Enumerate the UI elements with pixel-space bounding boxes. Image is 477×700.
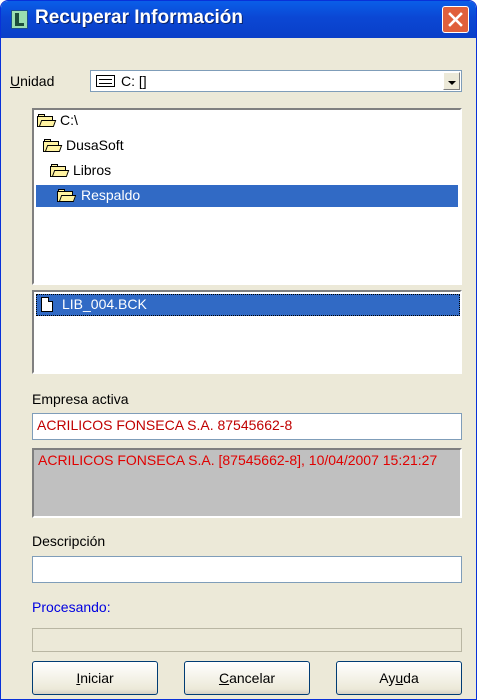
backup-info: ACRILICOS FONSECA S.A. [87545662-8], 10/…: [32, 448, 462, 518]
open-folder-icon: [37, 114, 57, 127]
directory-item-selected[interactable]: Respaldo: [36, 185, 458, 207]
recuperar-dialog: Recuperar Información Unidad C: [] C:\ D…: [0, 0, 477, 700]
file-list[interactable]: LIB_004.BCK: [32, 290, 462, 374]
file-icon: [41, 297, 53, 312]
open-folder-icon: [50, 164, 70, 177]
empresa-label: Empresa activa: [32, 391, 129, 407]
unidad-value: C: []: [121, 73, 147, 89]
descripcion-field[interactable]: [32, 556, 462, 583]
unidad-select[interactable]: C: []: [90, 70, 462, 92]
empresa-field[interactable]: ACRILICOS FONSECA S.A. 87545662-8: [32, 413, 462, 440]
directory-list[interactable]: C:\ DusaSoft Libros Respaldo: [32, 108, 462, 285]
drive-icon: [96, 75, 115, 87]
ayuda-button[interactable]: Ayuda: [336, 661, 462, 695]
directory-item[interactable]: DusaSoft: [41, 135, 241, 157]
open-folder-icon: [57, 189, 77, 202]
file-item-selected[interactable]: LIB_004.BCK: [36, 294, 460, 316]
directory-item[interactable]: C:\: [35, 110, 235, 132]
open-folder-icon: [43, 139, 63, 152]
progress-bar: [32, 628, 462, 652]
directory-item[interactable]: Libros: [48, 160, 248, 182]
app-icon: [11, 10, 28, 29]
title-bar[interactable]: Recuperar Información: [1, 1, 476, 38]
window-title: Recuperar Información: [35, 7, 243, 28]
descripcion-label: Descripción: [32, 533, 106, 549]
cancelar-button[interactable]: Cancelar: [184, 661, 310, 695]
status-label: Procesando:: [32, 599, 111, 615]
iniciar-button[interactable]: Iniciar: [32, 661, 158, 695]
unidad-label: Unidad: [10, 73, 55, 89]
dropdown-arrow-icon[interactable]: [443, 72, 460, 90]
close-icon: [448, 12, 463, 27]
close-button[interactable]: [442, 6, 469, 33]
